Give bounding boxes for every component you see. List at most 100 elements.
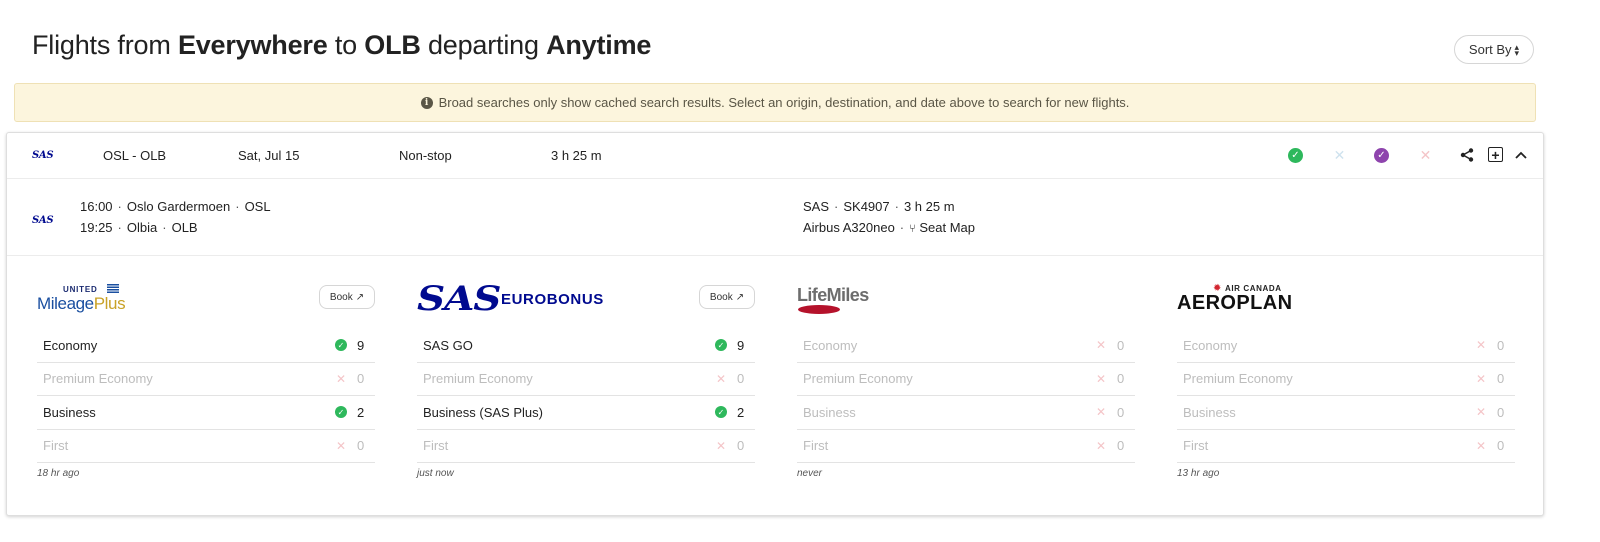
lifemiles-swoosh [798,305,840,314]
cabin-row: Business ✕ 0 [797,396,1135,430]
collapse-chevron-up-icon[interactable] [1512,146,1530,164]
title-destination: OLB [364,30,421,60]
cabin-row: First ✕ 0 [37,430,375,463]
cabin-row: Premium Economy ✕ 0 [797,363,1135,396]
program-lifemiles: LifeMiles Economy ✕ 0 Premium Economy ✕ 0 Bu… [797,283,1135,493]
flight-number: SK4907 [843,199,890,214]
cabin-row: First ✕ 0 [417,430,755,463]
route: OSL - OLB [103,148,167,163]
aircraft: Airbus A320neo [803,220,895,235]
seat-count: 0 [737,371,745,387]
unavailable-x-icon: ✕ [715,371,727,386]
flight-card: SAS OSL - OLB Sat, Jul 15 Non-stop 3 h 2… [6,132,1544,516]
cabin-row: Premium Economy ✕ 0 [37,363,375,396]
sort-by-button[interactable]: Sort By ▴ ▾ [1454,35,1534,64]
seat-map-link[interactable]: ⑂ Seat Map [909,220,975,235]
book-label: Book [709,291,733,303]
seat-count: 0 [357,438,365,454]
cabin-row: First ✕ 0 [797,430,1135,463]
last-updated: 13 hr ago [1177,468,1220,479]
dep-time: 16:00 [80,199,113,214]
unavailable-x-icon: ✕ [1475,405,1487,420]
cabin-row: First ✕ 0 [1177,430,1515,463]
stops: Non-stop [399,148,452,163]
date: Sat, Jul 15 [238,148,300,163]
cached-results-notice: i Broad searches only show cached search… [14,83,1536,122]
lifemiles-logo: LifeMiles [797,285,869,315]
title-origin: Everywhere [177,30,328,60]
segment-duration: 3 h 25 m [903,199,955,214]
seat-count: 0 [737,438,745,454]
cabin-row[interactable]: Business ✓ 2 [37,396,375,430]
arr-code: OLB [171,220,198,235]
arr-airport: Olbia [126,220,158,235]
available-check-icon: ✓ [335,406,347,419]
program-united-mileageplus: UNITED MileagePlus Book ↗ Economy ✓ 9 Premi… [37,283,375,493]
book-label: Book [329,291,353,303]
cabin-name: SAS GO [423,337,473,353]
page-title: Flights from Everywhere to OLB departing… [32,30,651,61]
cabin-name: Business [803,404,856,420]
last-updated: never [797,468,823,479]
book-button[interactable]: Book ↗ [319,285,375,309]
expand-plus-icon[interactable]: + [1488,147,1503,162]
cabin-row: Business ✕ 0 [1177,396,1515,430]
flight-summary-row[interactable]: SAS OSL - OLB Sat, Jul 15 Non-stop 3 h 2… [7,133,1543,179]
cabin-row: Premium Economy ✕ 0 [417,363,755,396]
seat-map-label: Seat Map [919,220,976,235]
aircraft-line: Airbus A320neo · ⑂ Seat Map [803,220,976,235]
seat-count: 9 [357,337,365,353]
logo-main-text: AEROPLAN [1177,292,1293,314]
aeroplan-logo: ✹ AIR CANADA AEROPLAN [1177,283,1293,323]
info-icon: i [420,96,433,109]
carrier-line: SAS · SK4907 · 3 h 25 m [803,199,955,214]
seat-count: 2 [357,404,365,420]
departure-line: 16:00 · Oslo Gardermoen · OSL [80,199,271,214]
unavailable-x-icon: ✕ [1475,371,1487,386]
arrival-line: 19:25 · Olbia · OLB [80,220,198,235]
share-icon[interactable] [1458,146,1476,164]
unavailable-x-icon: ✕ [335,371,347,386]
cabin-list: Economy ✕ 0 Premium Economy ✕ 0 Business ✕ 0 F… [1177,329,1515,463]
cabin-name: Premium Economy [1183,371,1293,387]
unavailable-x-icon: ✕ [1475,338,1487,353]
title-text: to [327,30,365,60]
unavailable-x-icon: ✕ [715,438,727,453]
seat-count: 0 [1497,337,1505,353]
logo-top-text: UNITED [63,285,98,294]
cabin-name: Economy [803,337,858,353]
unavailable-x-icon: ✕ [1095,405,1107,420]
unavailable-x-icon: ✕ [1475,438,1487,453]
carrier: SAS [803,199,830,214]
cabin-list: Economy ✕ 0 Premium Economy ✕ 0 Business ✕ 0 F… [797,329,1135,463]
logo-sub-text: EUROBONUS [501,291,604,308]
dep-code: OSL [244,199,271,214]
cabin-name: Business [1183,404,1236,420]
seat-icon: ⑂ [909,223,916,235]
united-availability-check-icon: ✓ [1288,148,1303,163]
notice-text: Broad searches only show cached search r… [438,95,1130,110]
sort-by-label: Sort By [1468,42,1512,57]
unavailable-x-icon: ✕ [1095,438,1107,453]
available-check-icon: ✓ [335,339,347,352]
seat-count: 0 [1117,371,1125,387]
title-text: departing [420,30,547,60]
program-aeroplan: ✹ AIR CANADA AEROPLAN Economy ✕ 0 Premium E… [1177,283,1515,493]
cabin-row[interactable]: Business (SAS Plus) ✓ 2 [417,396,755,430]
cabin-name: Business (SAS Plus) [423,404,543,420]
available-check-icon: ✓ [715,406,727,419]
seat-count: 0 [1117,438,1125,454]
seat-count: 0 [1497,371,1505,387]
book-button[interactable]: Book ↗ [699,285,755,309]
logo-main-part: Plus [93,294,126,313]
seat-count: 0 [1117,404,1125,420]
available-check-icon: ✓ [715,339,727,352]
cabin-name: First [1183,438,1209,454]
cabin-row[interactable]: Economy ✓ 9 [37,329,375,363]
cabin-name: Economy [1183,337,1238,353]
cabin-name: Economy [43,337,98,353]
cabin-row[interactable]: SAS GO ✓ 9 [417,329,755,363]
logo-main-text: LifeMiles [797,285,869,305]
cabin-name: Premium Economy [43,371,153,387]
lifemiles-availability-check-icon: ✓ [1374,148,1389,163]
